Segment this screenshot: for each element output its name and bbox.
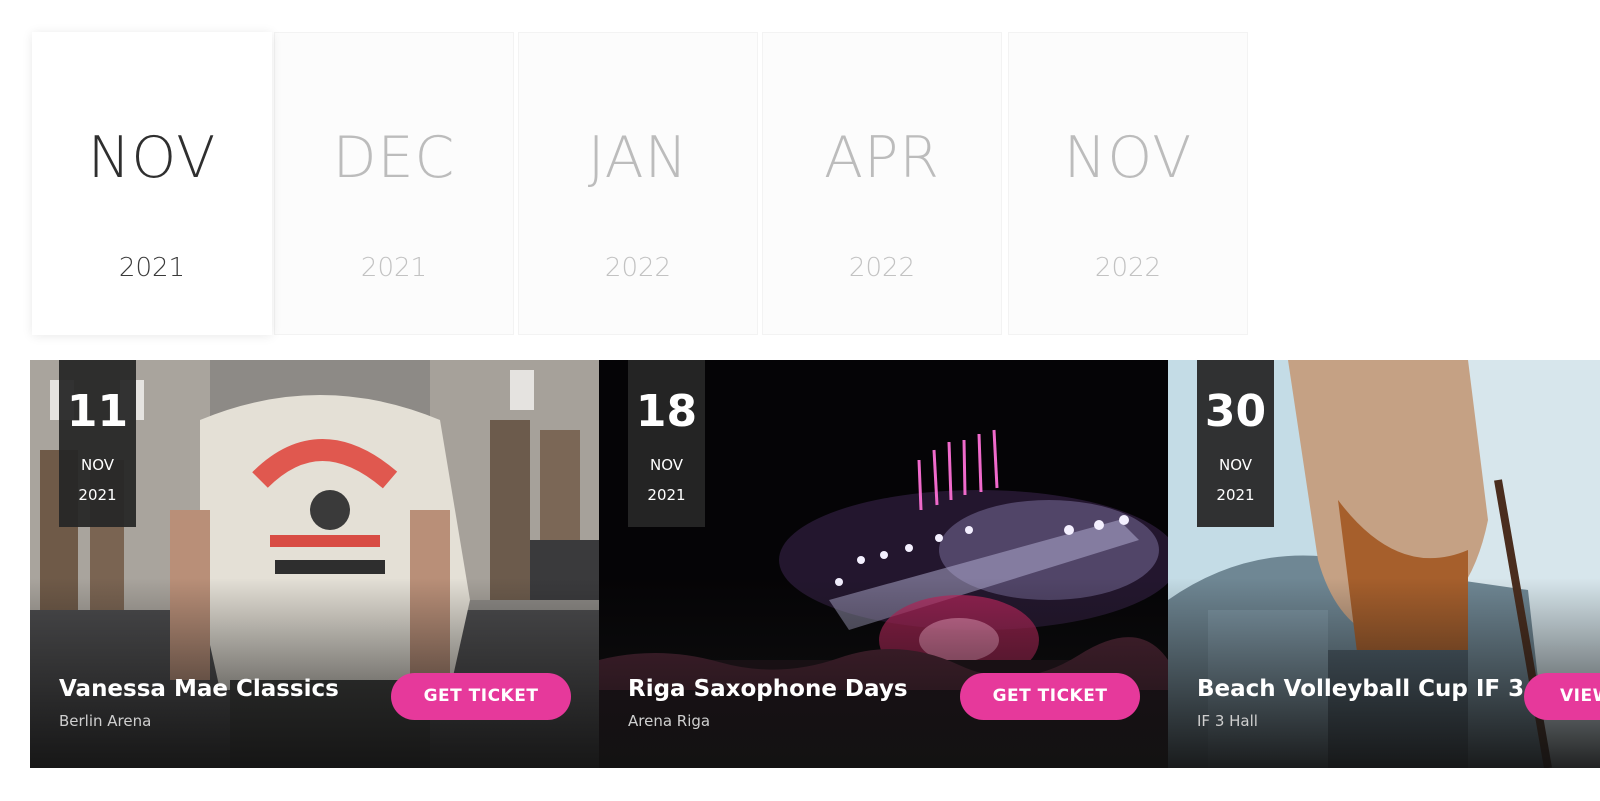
month-label: NOV [87,125,217,191]
event-title[interactable]: Vanessa Mae Classics [59,676,339,702]
year-label: 2021 [360,253,428,283]
event-day: 30 [1204,386,1267,437]
month-tab-nov-2022[interactable]: NOV 2022 [1008,32,1248,335]
event-card[interactable]: 11 NOV 2021 Vanessa Mae Classics Berlin … [30,360,599,768]
event-month: NOV [1218,456,1253,474]
event-day: 18 [635,386,698,437]
month-tab-nov-2021[interactable]: NOV 2021 [32,32,272,335]
year-label: 2022 [604,253,672,283]
view-button[interactable]: VIEW [1524,673,1600,720]
event-title[interactable]: Riga Saxophone Days [628,676,908,702]
event-venue: IF 3 Hall [1197,712,1258,730]
month-tab-apr-2022[interactable]: APR 2022 [762,32,1002,335]
month-tab-jan-2022[interactable]: JAN 2022 [518,32,758,335]
month-label: APR [824,125,940,191]
event-card[interactable]: 30 NOV 2021 Beach Volleyball Cup IF 3 IF… [1168,360,1600,768]
card-shade [1168,578,1600,768]
month-tab-dec-2021[interactable]: DEC 2021 [274,32,514,335]
year-label: 2022 [848,253,916,283]
event-venue: Arena Riga [628,712,711,730]
date-badge: 18 NOV 2021 [628,360,705,527]
event-year: 2021 [647,486,686,504]
date-badge: 11 NOV 2021 [59,360,136,527]
events-carousel: 11 NOV 2021 Vanessa Mae Classics Berlin … [30,360,1600,768]
event-year: 2021 [1216,486,1255,504]
get-ticket-button[interactable]: GET TICKET [960,673,1140,720]
month-label: NOV [1063,125,1193,191]
event-month: NOV [649,456,684,474]
event-card[interactable]: 18 NOV 2021 Riga Saxophone Days Arena Ri… [599,360,1168,768]
event-venue: Berlin Arena [59,712,152,730]
event-year: 2021 [78,486,117,504]
date-badge: 30 NOV 2021 [1197,360,1274,527]
year-label: 2021 [118,253,186,283]
event-title[interactable]: Beach Volleyball Cup IF 3 [1197,676,1524,702]
get-ticket-button[interactable]: GET TICKET [391,673,571,720]
month-label: JAN [587,125,689,191]
year-label: 2022 [1094,253,1162,283]
event-day: 11 [66,386,129,437]
event-month: NOV [80,456,115,474]
month-label: DEC [332,125,456,191]
month-tabs: NOV 2021 DEC 2021 JAN 2022 APR 2022 NOV … [32,32,1248,335]
